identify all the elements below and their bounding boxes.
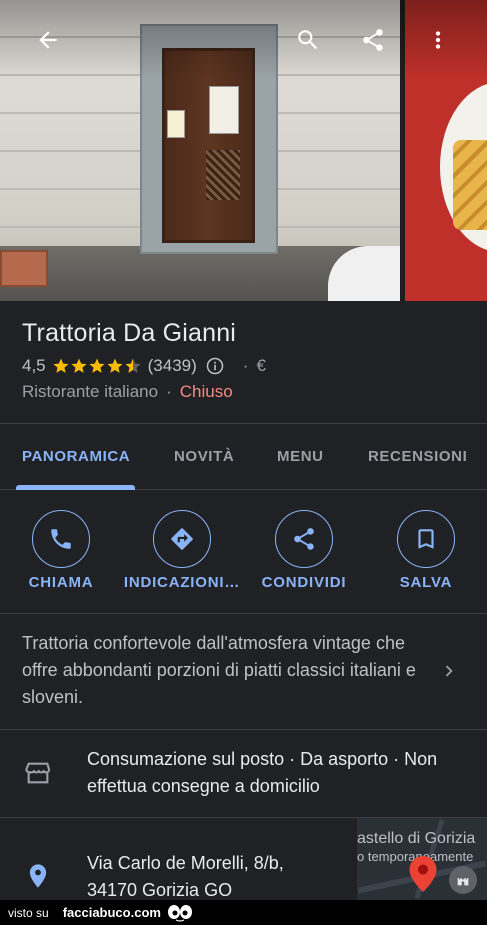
category-row: Ristorante italiano · Chiuso	[22, 382, 233, 402]
photo-fries	[453, 140, 487, 230]
tab-bar: PANORAMICA NOVITÀ MENU RECENSIONI	[0, 423, 487, 490]
more-vert-icon	[435, 31, 441, 49]
save-label: SALVA	[399, 574, 453, 591]
star-icon	[71, 358, 87, 373]
save-button[interactable]: SALVA	[366, 510, 486, 600]
info-icon[interactable]	[205, 356, 225, 376]
store-icon	[25, 762, 51, 784]
directions-button[interactable]: INDICAZIONI…	[122, 510, 242, 600]
map-thumbnail[interactable]: astello di Gorizia o temporaneamente	[357, 818, 487, 900]
photo-door-sticker	[167, 110, 185, 138]
chevron-right-icon	[445, 665, 453, 677]
place-category: Ristorante italiano	[22, 382, 159, 401]
service-options-text: Consumazione sul posto · Da asporto · No…	[87, 749, 438, 796]
map-poi-castle	[449, 866, 477, 894]
directions-circle[interactable]	[153, 510, 211, 568]
bookmark-icon	[418, 529, 434, 549]
watermark-prefix: visto su	[8, 905, 49, 920]
photo-gallery[interactable]	[0, 0, 487, 301]
call-circle[interactable]	[32, 510, 90, 568]
photo-door-glass	[206, 150, 240, 200]
watermark-site: facciabuco.com	[62, 905, 161, 920]
divider	[0, 729, 487, 730]
map-pin-icon	[409, 856, 437, 892]
place-description: Trattoria confortevole dall'atmosfera vi…	[22, 633, 416, 707]
tab-menu[interactable]: MENU	[277, 448, 324, 465]
phone-icon	[51, 529, 71, 549]
save-circle[interactable]	[397, 510, 455, 568]
star-icon	[125, 358, 141, 373]
review-count[interactable]: (3439)	[148, 356, 197, 376]
separator-dot: ·	[242, 356, 249, 375]
search-button[interactable]	[290, 22, 326, 58]
directions-label: INDICAZIONI…	[123, 574, 241, 591]
separator-dot: ·	[166, 382, 172, 401]
hero-shade	[0, 0, 487, 80]
watermark-bar: visto su facciabuco.com	[0, 900, 487, 925]
photo-planter	[0, 250, 48, 287]
arrow-back-icon	[39, 31, 57, 49]
share-top-button[interactable]	[355, 22, 391, 58]
active-tab-indicator	[16, 485, 135, 490]
place-title: Trattoria Da Gianni	[22, 319, 237, 347]
tab-recensioni[interactable]: RECENSIONI	[368, 448, 467, 465]
search-icon	[298, 30, 318, 50]
rating-row[interactable]: 4,5 (3439) · €	[22, 354, 266, 378]
directions-icon	[171, 528, 193, 550]
price-level: €	[256, 356, 266, 375]
tab-novita[interactable]: NOVITÀ	[174, 448, 234, 465]
photo-door-sign	[209, 86, 239, 134]
share-circle[interactable]	[275, 510, 333, 568]
call-button[interactable]: CHIAMA	[1, 510, 121, 600]
more-options-button[interactable]	[420, 22, 456, 58]
divider	[0, 613, 487, 614]
watermark-eyes-logo	[167, 904, 192, 922]
star-icon	[89, 358, 105, 373]
location-pin-icon	[29, 864, 47, 888]
star-icon	[53, 358, 69, 373]
share-button[interactable]: CONDIVIDI	[244, 510, 364, 600]
rating-value: 4,5	[22, 356, 46, 375]
tab-panoramica[interactable]: PANORAMICA	[22, 448, 130, 465]
map-label-castle: astello di Gorizia	[357, 830, 476, 847]
share-icon	[363, 29, 383, 51]
open-status[interactable]: Chiuso	[180, 382, 233, 402]
address-line-1: Via Carlo de Morelli, 8/b,	[87, 853, 284, 873]
share-icon	[294, 528, 314, 550]
castle-icon	[457, 878, 469, 886]
star-icon	[107, 358, 123, 373]
share-label: CONDIVIDI	[261, 574, 347, 591]
back-button[interactable]	[30, 22, 66, 58]
rating-stars	[52, 357, 142, 375]
